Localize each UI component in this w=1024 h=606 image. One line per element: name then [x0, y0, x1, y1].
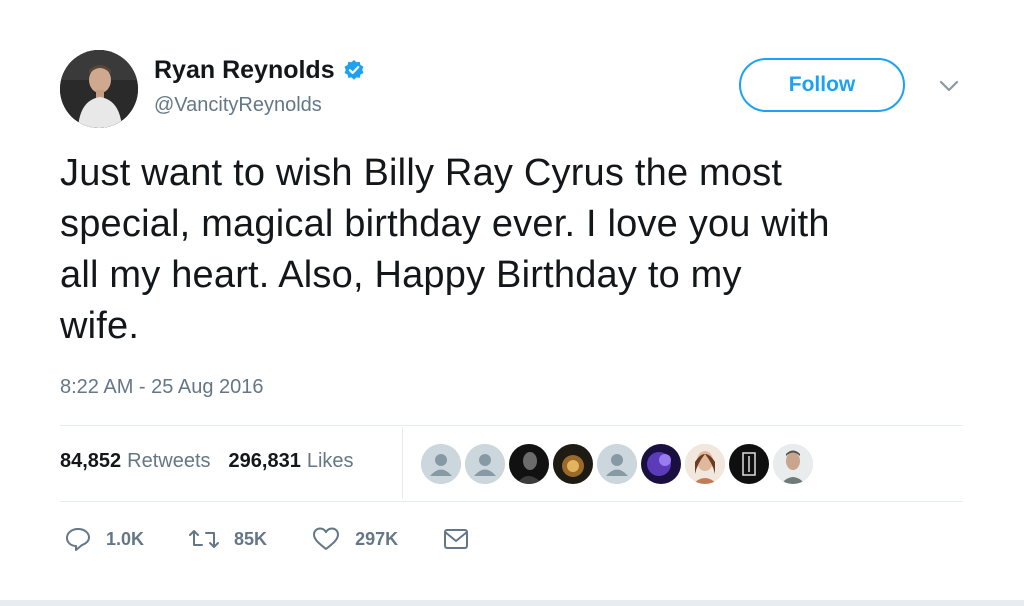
heart-icon [313, 527, 340, 550]
retweets-label: Retweets [127, 450, 211, 472]
reply-icon [66, 528, 90, 551]
like-count: 297K [355, 528, 399, 549]
stats-separator [402, 427, 403, 499]
retweet-icon [189, 530, 220, 548]
default-avatar-icon[interactable] [465, 444, 505, 484]
avatar-image [60, 50, 138, 128]
tweet-text-line: all my heart. Also, Happy Birthday to my [60, 254, 742, 296]
author-name[interactable]: Ryan Reynolds [154, 54, 365, 86]
likes-count: 296,831 [228, 450, 301, 472]
tweet-text-line: Just want to wish Billy Ray Cyrus the mo… [60, 152, 783, 194]
likes-stat[interactable]: 296,831 Likes [229, 450, 354, 473]
user-avatar[interactable] [641, 444, 681, 484]
reply-count: 1.0K [106, 528, 145, 549]
chevron-down-icon[interactable] [938, 78, 960, 94]
retweet-count: 85K [234, 528, 268, 549]
tweet-text-line: wife. [60, 305, 140, 347]
divider [60, 501, 963, 502]
envelope-icon [444, 529, 469, 549]
likers-avatars [421, 444, 813, 484]
tweet-actions: 1.0K 85K 297K [64, 525, 514, 553]
verified-badge-icon [344, 59, 364, 80]
default-avatar-icon[interactable] [597, 444, 637, 484]
divider [60, 425, 963, 426]
user-avatar[interactable] [773, 444, 813, 484]
default-avatar-icon[interactable] [421, 444, 461, 484]
retweets-count: 84,852 [60, 450, 122, 472]
author-avatar[interactable] [60, 50, 138, 128]
tweet-card: Ryan Reynolds @VancityReynolds Follow Ju… [0, 0, 1024, 606]
follow-button[interactable]: Follow [739, 58, 905, 112]
user-avatar[interactable] [553, 444, 593, 484]
tweet-stats: 84,852 Retweets 296,831 Likes [60, 450, 354, 473]
bottom-border [0, 600, 1024, 606]
like-button[interactable]: 297K [311, 525, 398, 553]
user-avatar[interactable] [685, 444, 725, 484]
tweet-timestamp[interactable]: 8:22 AM - 25 Aug 2016 [60, 376, 264, 399]
author-handle[interactable]: @VancityReynolds [154, 92, 322, 118]
retweets-stat[interactable]: 84,852 Retweets [60, 450, 211, 473]
direct-message-button[interactable] [442, 527, 470, 551]
user-avatar[interactable] [729, 444, 769, 484]
tweet-text-line: special, magical birthday ever. I love y… [60, 203, 830, 245]
likes-label: Likes [306, 450, 354, 472]
author-name-text: Ryan Reynolds [154, 56, 335, 84]
user-avatar[interactable] [509, 444, 549, 484]
reply-button[interactable]: 1.0K [64, 525, 144, 553]
retweet-button[interactable]: 85K [188, 525, 267, 553]
tweet-text: Just want to wish Billy Ray Cyrus the mo… [60, 148, 970, 352]
